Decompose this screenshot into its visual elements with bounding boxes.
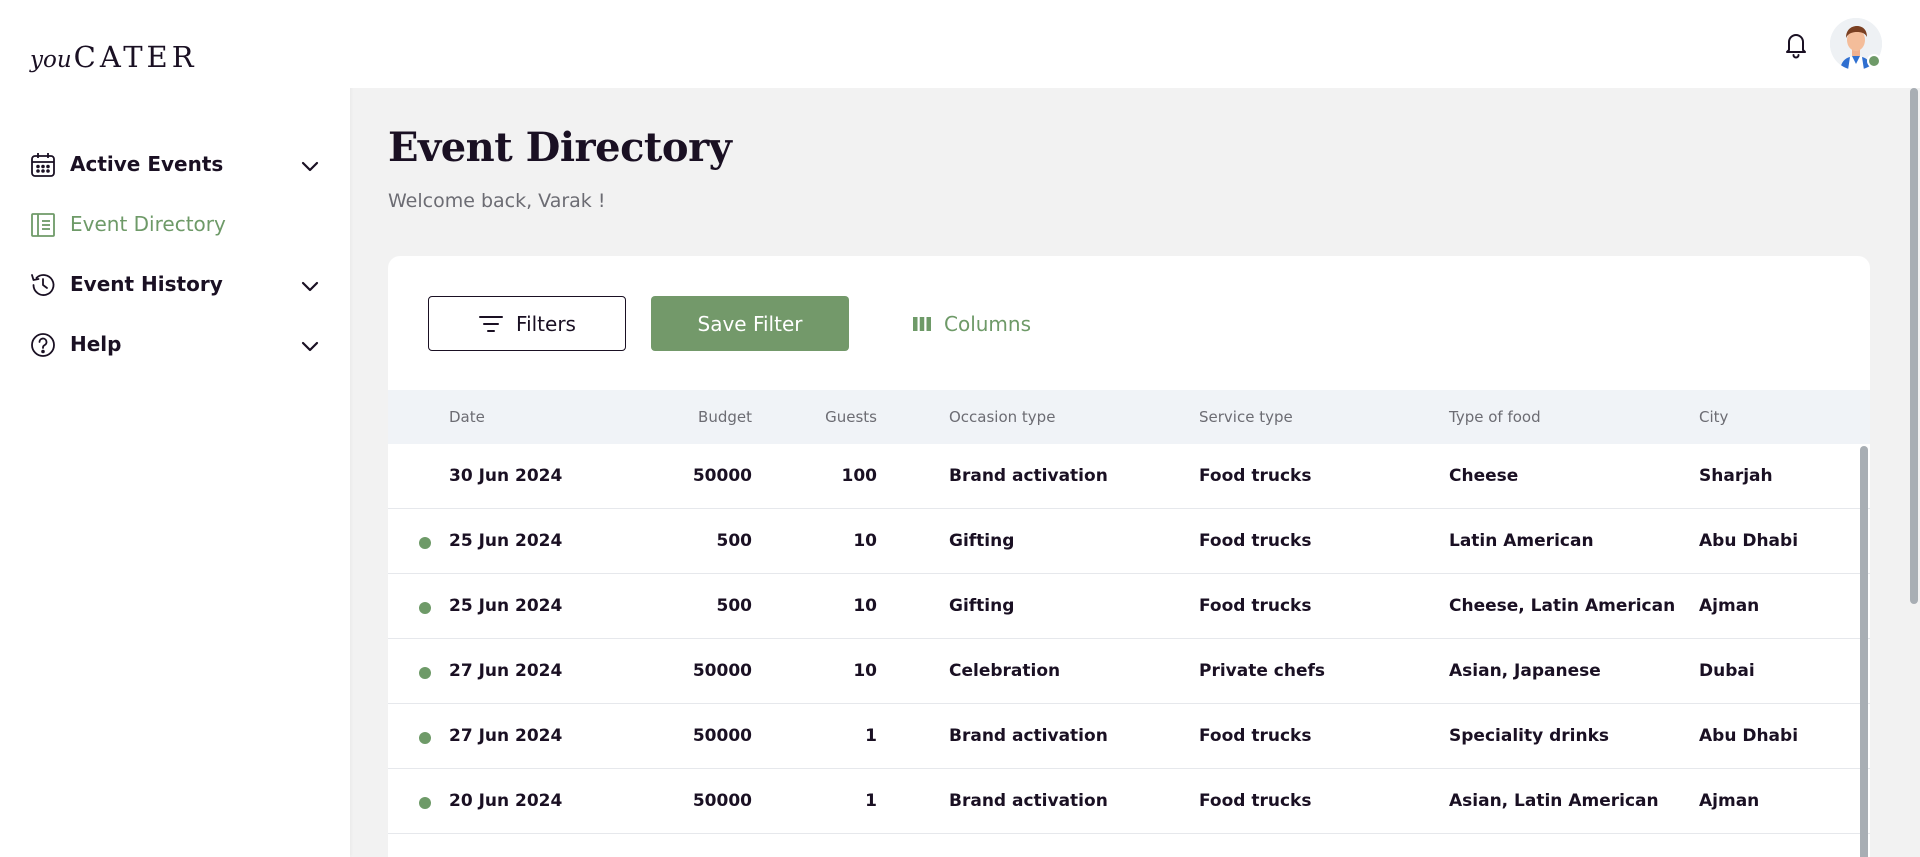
sidebar-item-label: Event Directory bbox=[70, 212, 226, 236]
columns-label: Columns bbox=[944, 311, 1032, 336]
columns-button[interactable]: Columns bbox=[912, 296, 1031, 351]
status-dot bbox=[419, 667, 431, 679]
table-row[interactable]: 27 Jun 2024 50000 10 Celebration Private che… bbox=[388, 639, 1870, 704]
cell-type-of-food: Cheese, Latin American bbox=[1449, 596, 1676, 616]
cell-type-of-food: Asian, Japanese bbox=[1449, 661, 1601, 681]
cell-type-of-food: Latin American bbox=[1449, 531, 1594, 551]
cell-budget: 500 bbox=[716, 531, 753, 551]
app-logo[interactable]: youCATER bbox=[30, 40, 198, 74]
sidebar-item-label: Help bbox=[70, 332, 122, 356]
history-icon bbox=[31, 274, 55, 296]
cell-occasion-type: Brand activation bbox=[949, 466, 1108, 486]
cell-occasion-type: Brand activation bbox=[949, 726, 1108, 746]
cell-date: 27 Jun 2024 bbox=[449, 661, 563, 681]
chevron-down-icon[interactable] bbox=[298, 154, 322, 178]
columns-icon bbox=[913, 316, 931, 331]
cell-guests: 10 bbox=[853, 531, 877, 551]
event-directory-card: Filters Save Filter Columns Date Budget … bbox=[388, 256, 1870, 857]
table-header: Date Budget Guests Occasion type Service… bbox=[388, 390, 1870, 444]
table-scrollbar-thumb[interactable] bbox=[1860, 446, 1868, 857]
cell-guests: 1 bbox=[865, 791, 877, 811]
directory-icon bbox=[31, 213, 55, 237]
cell-budget: 500 bbox=[716, 596, 753, 616]
cell-type-of-food: Speciality drinks bbox=[1449, 726, 1610, 746]
status-dot bbox=[419, 602, 431, 614]
cell-budget: 50000 bbox=[692, 466, 752, 486]
cell-date: 20 Jun 2024 bbox=[449, 791, 563, 811]
top-bar bbox=[350, 0, 1920, 88]
sidebar-item-help[interactable]: Help bbox=[0, 320, 350, 368]
cell-service-type: Food trucks bbox=[1199, 531, 1312, 551]
sidebar-item-label: Event History bbox=[70, 272, 223, 296]
logo-name: CATER bbox=[73, 40, 198, 74]
cell-city: Abu Dhabi bbox=[1699, 726, 1799, 746]
online-status-indicator bbox=[1867, 54, 1881, 68]
cell-guests: 100 bbox=[841, 466, 878, 486]
column-header-guests[interactable]: Guests bbox=[825, 408, 877, 426]
column-header-date[interactable]: Date bbox=[449, 408, 485, 426]
cell-city: Ajman bbox=[1699, 596, 1760, 616]
filters-button[interactable]: Filters bbox=[428, 296, 626, 351]
cell-type-of-food: Cheese bbox=[1449, 466, 1519, 486]
cell-service-type: Food trucks bbox=[1199, 726, 1312, 746]
sidebar-item-label: Active Events bbox=[70, 152, 224, 176]
cell-service-type: Food trucks bbox=[1199, 791, 1312, 811]
column-header-budget[interactable]: Budget bbox=[698, 408, 752, 426]
cell-city: Sharjah bbox=[1699, 466, 1773, 486]
cell-budget: 50000 bbox=[692, 726, 752, 746]
cell-service-type: Food trucks bbox=[1199, 466, 1312, 486]
chevron-down-icon[interactable] bbox=[298, 274, 322, 298]
calendar-icon bbox=[31, 153, 55, 177]
filter-icon bbox=[479, 315, 504, 332]
page-title: Event Directory bbox=[388, 124, 732, 171]
cell-guests: 10 bbox=[853, 661, 877, 681]
table-row[interactable]: 30 Jun 2024 50000 100 Brand activation Food … bbox=[388, 444, 1870, 509]
page-scrollbar-thumb[interactable] bbox=[1910, 88, 1918, 604]
cell-occasion-type: Celebration bbox=[949, 661, 1061, 681]
column-header-city[interactable]: City bbox=[1699, 408, 1728, 426]
cell-guests: 10 bbox=[853, 596, 877, 616]
table-row[interactable]: 25 Jun 2024 500 10 Gifting Food trucks Latin … bbox=[388, 509, 1870, 574]
save-filter-label: Save Filter bbox=[697, 311, 803, 336]
status-dot bbox=[419, 797, 431, 809]
cell-guests: 1 bbox=[865, 726, 877, 746]
cell-city: Ajman bbox=[1699, 791, 1760, 811]
cell-city: Dubai bbox=[1699, 661, 1755, 681]
sidebar: youCATER Active Events Event Directory E… bbox=[0, 0, 350, 857]
cell-city: Abu Dhabi bbox=[1699, 531, 1799, 551]
cell-date: 25 Jun 2024 bbox=[449, 596, 563, 616]
cell-budget: 50000 bbox=[692, 791, 752, 811]
status-dot bbox=[419, 732, 431, 744]
cell-service-type: Private chefs bbox=[1199, 661, 1326, 681]
sidebar-item-active-events[interactable]: Active Events bbox=[0, 140, 350, 188]
save-filter-button[interactable]: Save Filter bbox=[651, 296, 849, 351]
status-dot bbox=[419, 537, 431, 549]
welcome-message: Welcome back, Varak ! bbox=[388, 190, 606, 212]
chevron-down-icon[interactable] bbox=[298, 334, 322, 358]
cell-date: 27 Jun 2024 bbox=[449, 726, 563, 746]
cell-date: 30 Jun 2024 bbox=[449, 466, 563, 486]
help-icon bbox=[31, 333, 55, 357]
table-row[interactable]: 20 Jun 2024 50000 1 Brand activation Food tr… bbox=[388, 769, 1870, 834]
sidebar-item-event-directory[interactable]: Event Directory bbox=[0, 200, 350, 248]
cell-occasion-type: Gifting bbox=[949, 596, 1015, 616]
filters-label: Filters bbox=[516, 311, 576, 336]
column-header-service-type[interactable]: Service type bbox=[1199, 408, 1293, 426]
sidebar-item-event-history[interactable]: Event History bbox=[0, 260, 350, 308]
column-header-occasion-type[interactable]: Occasion type bbox=[949, 408, 1055, 426]
cell-type-of-food: Asian, Latin American bbox=[1449, 791, 1659, 811]
table-row[interactable]: 25 Jun 2024 500 10 Gifting Food trucks Cheese… bbox=[388, 574, 1870, 639]
cell-service-type: Food trucks bbox=[1199, 596, 1312, 616]
column-header-type-of-food[interactable]: Type of food bbox=[1449, 408, 1541, 426]
cell-occasion-type: Brand activation bbox=[949, 791, 1108, 811]
table-row[interactable]: 27 Jun 2024 50000 1 Brand activation Food tr… bbox=[388, 704, 1870, 769]
cell-date: 25 Jun 2024 bbox=[449, 531, 563, 551]
bell-icon[interactable] bbox=[1780, 28, 1812, 60]
cell-occasion-type: Gifting bbox=[949, 531, 1015, 551]
cell-budget: 50000 bbox=[692, 661, 752, 681]
logo-prefix: you bbox=[30, 47, 72, 73]
